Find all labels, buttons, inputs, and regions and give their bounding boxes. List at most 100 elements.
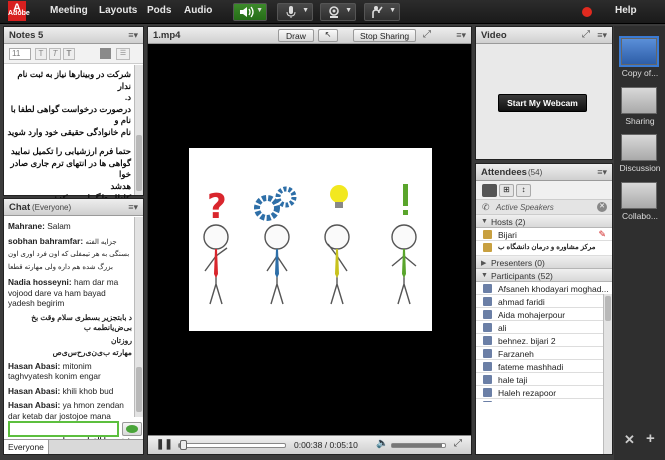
layout-copy-thumb[interactable]: [621, 38, 657, 65]
fullscreen-icon[interactable]: ⤢: [454, 438, 462, 449]
grid-view-icon[interactable]: ⊞: [499, 184, 514, 197]
menu-meeting[interactable]: Meeting: [50, 5, 88, 16]
sort-icon[interactable]: ↕: [516, 184, 531, 197]
participant-icon: [483, 310, 492, 319]
participant-name: behnez. bijari 2: [498, 336, 556, 346]
chevron-down-icon: ▼: [345, 7, 352, 14]
scroll-thumb[interactable]: [136, 135, 142, 191]
chat-text: Salam: [47, 221, 71, 231]
notes-line: نام خانوادگی حقیقی خود وارد شوید: [7, 126, 131, 137]
speech-bubble-icon: [126, 425, 138, 433]
font-size-select[interactable]: 11: [9, 48, 31, 60]
close-icon[interactable]: ✕: [597, 202, 607, 212]
menu-audio[interactable]: Audio: [184, 5, 212, 16]
participant-row[interactable]: Farzaneh: [476, 347, 612, 360]
notes-line: حتما فرم ارزشیابی را تکمیل نمایید: [10, 146, 131, 156]
volume-bar[interactable]: [391, 443, 446, 448]
notes-line: گواهی ها در انتهای ترم جاری صادر خوا: [10, 157, 131, 180]
microphone-button[interactable]: ▼: [277, 3, 313, 21]
hosts-section[interactable]: ▼ Hosts (2): [476, 215, 612, 228]
participant-name: Afsaneh khodayari moghad...: [498, 284, 609, 294]
pause-icon[interactable]: ❚❚: [156, 439, 173, 450]
raise-hand-button[interactable]: ▼: [364, 3, 400, 21]
notes-scrollbar[interactable]: [134, 65, 143, 195]
seek-thumb[interactable]: [180, 440, 188, 450]
chat-text: khili khob bud: [62, 385, 114, 396]
menu-pods[interactable]: Pods: [147, 5, 171, 16]
attendees-scrollbar[interactable]: [603, 294, 612, 454]
pointer-icon[interactable]: ↖: [318, 29, 338, 42]
participant-row[interactable]: hale taji: [476, 373, 612, 386]
chat-message: Hasan Abasi: khili khob bud: [8, 386, 132, 397]
pod-options-icon[interactable]: ≡▾: [128, 30, 138, 41]
list-view-icon[interactable]: [482, 184, 497, 197]
pod-options-icon[interactable]: ≡▾: [597, 30, 607, 41]
participant-name: Haleh rezapoor: [498, 388, 557, 398]
send-button[interactable]: [122, 422, 142, 436]
host-row[interactable]: Bijari ✎: [476, 228, 612, 241]
scroll-thumb[interactable]: [136, 367, 142, 412]
participant-icon: [483, 336, 492, 345]
pod-options-icon[interactable]: ≡▾: [597, 167, 607, 178]
scroll-thumb[interactable]: [605, 296, 611, 321]
thinking-figures-illustration: ?: [203, 184, 417, 305]
fullscreen-icon[interactable]: ⤢: [423, 29, 431, 40]
speaker-button[interactable]: ▼: [233, 3, 267, 21]
notes-content[interactable]: شرکت در وبینارها نیاز به ثبت نام ندار د.…: [7, 69, 131, 206]
layout-discussion-label[interactable]: Discussion: [615, 163, 665, 173]
chat-input[interactable]: [8, 421, 119, 437]
list-icon[interactable]: ☰: [116, 48, 130, 60]
stop-sharing-button[interactable]: Stop Sharing: [353, 29, 417, 42]
share-pod: 1.mp4 Draw ↖ Stop Sharing ⤢ ≡▾ ? ❚❚ 0:00…: [147, 26, 472, 455]
attendees-title: Attendees: [481, 167, 527, 178]
seek-bar[interactable]: [178, 443, 286, 448]
participants-section[interactable]: ▼ Participants (52): [476, 269, 612, 282]
participant-row[interactable]: ali: [476, 321, 612, 334]
participant-row[interactable]: Aida mohajerpour: [476, 308, 612, 321]
participant-row[interactable]: behnez. bijari 2: [476, 334, 612, 347]
chat-scrollbar[interactable]: [134, 217, 143, 417]
layout-copy-label[interactable]: Copy of...: [615, 68, 665, 78]
color-icon[interactable]: [100, 48, 111, 59]
chevron-right-icon: ▶: [481, 260, 487, 267]
presenters-section[interactable]: ▶ Presenters (0): [476, 256, 612, 269]
menu-layouts[interactable]: Layouts: [99, 5, 137, 16]
italic-icon[interactable]: T: [49, 48, 61, 60]
participant-row[interactable]: ahmad faridi: [476, 295, 612, 308]
tools-icon[interactable]: ✕: [624, 432, 635, 448]
host-row[interactable]: مرکز مشاوره و درمان دانشگاه ب: [476, 241, 612, 256]
chevron-down-icon: ▼: [302, 7, 309, 14]
chat-tab-bar: Everyone: [4, 439, 143, 454]
shared-image: ?: [189, 148, 432, 331]
participant-icon: [483, 349, 492, 358]
chat-title: Chat: [9, 202, 31, 213]
add-layout-icon[interactable]: +: [646, 430, 655, 447]
participant-row[interactable]: Hasan Abasi: [476, 399, 612, 402]
draw-button[interactable]: Draw: [278, 29, 314, 42]
fullscreen-icon[interactable]: ⤢: [582, 29, 590, 40]
chat-text: د بابتجزیر بسطری سلام وقت بخ بی‌ض‌یانطمه…: [31, 312, 132, 333]
recording-icon[interactable]: [582, 7, 592, 17]
pod-options-icon[interactable]: ≡▾: [456, 30, 466, 41]
bold-icon[interactable]: T: [63, 48, 75, 60]
host-name: مرکز مشاوره و درمان دانشگاه ب: [498, 244, 596, 251]
host-icon: [483, 243, 492, 252]
participant-row[interactable]: Haleh rezapoor: [476, 386, 612, 399]
menu-help[interactable]: Help: [615, 5, 637, 16]
participant-row[interactable]: fateme mashhadi: [476, 360, 612, 373]
chat-message: مهارته ب‌ی‌ن‌ی‌ر‌ح‌س‌ی‌ص: [8, 348, 132, 359]
layout-sharing-label[interactable]: Sharing: [615, 116, 665, 126]
pod-options-icon[interactable]: ≡▾: [128, 202, 138, 213]
layout-discussion-thumb[interactable]: [621, 134, 657, 161]
participant-icon: [483, 297, 492, 306]
tab-everyone[interactable]: Everyone: [4, 440, 49, 454]
volume-icon[interactable]: 🔈: [376, 438, 388, 449]
webcam-button[interactable]: ▼: [320, 3, 356, 21]
start-webcam-button[interactable]: Start My Webcam: [498, 94, 587, 112]
participant-row[interactable]: Afsaneh khodayari moghad...: [476, 282, 612, 295]
layout-collaboration-thumb[interactable]: [621, 182, 657, 209]
layout-sharing-thumb[interactable]: [621, 87, 657, 114]
participant-name: hale taji: [498, 375, 528, 385]
layout-collaboration-label[interactable]: Collabo...: [615, 211, 665, 221]
text-size-icon[interactable]: T: [35, 48, 47, 60]
